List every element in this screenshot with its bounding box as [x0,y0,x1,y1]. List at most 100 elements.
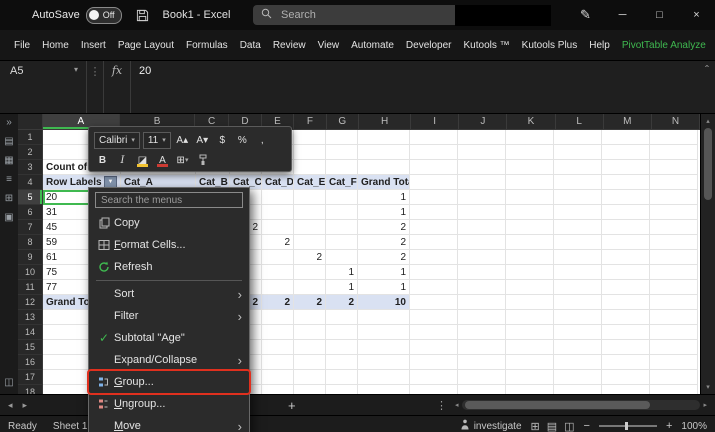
ribbon-tab-page-layout[interactable]: Page Layout [114,30,178,60]
cell-N4[interactable] [650,175,698,190]
cell-J9[interactable] [458,250,506,265]
select-all-corner[interactable] [18,114,43,130]
cell-F4[interactable]: Cat_E [294,175,326,190]
cell-N2[interactable] [650,145,698,160]
cell-I12[interactable] [410,295,458,310]
row-header-9[interactable]: 9 [18,250,43,265]
cell-K17[interactable] [506,370,554,385]
borders-button[interactable]: ⊞▾ [174,152,191,169]
cell-K2[interactable] [506,145,554,160]
minimize-button[interactable]: ─ [604,0,641,30]
cell-I5[interactable] [410,190,458,205]
grow-font-button[interactable]: A▴ [174,132,191,149]
font-name-select[interactable]: Calibri ▾ [94,132,140,149]
cell-J3[interactable] [458,160,506,175]
normal-view-button[interactable]: ⊞ [531,420,540,432]
cell-G12[interactable]: 2 [326,295,358,310]
scroll-up-icon[interactable]: ▴ [706,117,710,125]
cell-J6[interactable] [458,205,506,220]
insert-function-button[interactable]: fx [104,61,131,113]
cell-F13[interactable] [294,310,326,325]
column-header-f[interactable]: F [294,114,326,130]
cell-H15[interactable] [358,340,410,355]
cell-E14[interactable] [262,325,294,340]
cell-I1[interactable] [410,130,458,145]
cell-E9[interactable] [262,250,294,265]
cell-N1[interactable] [650,130,698,145]
cell-N6[interactable] [650,205,698,220]
cell-I15[interactable] [410,340,458,355]
cell-I14[interactable] [410,325,458,340]
cell-L4[interactable] [554,175,602,190]
menu-item-copy[interactable]: Copy [89,212,249,234]
scroll-left-icon[interactable]: ◂ [455,401,459,409]
close-button[interactable]: × [678,0,715,30]
cell-M6[interactable] [602,205,650,220]
shrink-font-button[interactable]: A▾ [194,132,211,149]
cell-J2[interactable] [458,145,506,160]
cell-L16[interactable] [554,355,602,370]
column-header-g[interactable]: G [327,114,359,130]
chart-panel-icon[interactable]: ▣ [4,213,13,223]
cell-K8[interactable] [506,235,554,250]
cell-I10[interactable] [410,265,458,280]
cell-I2[interactable] [410,145,458,160]
cell-G1[interactable] [326,130,358,145]
cell-K18[interactable] [506,385,554,394]
cell-M5[interactable] [602,190,650,205]
row-header-15[interactable]: 15 [18,340,43,355]
cell-H9[interactable]: 2 [358,250,410,265]
cell-J15[interactable] [458,340,506,355]
cell-N8[interactable] [650,235,698,250]
cell-G14[interactable] [326,325,358,340]
maximize-button[interactable]: □ [641,0,678,30]
cell-N17[interactable] [650,370,698,385]
cell-K3[interactable] [506,160,554,175]
cell-J16[interactable] [458,355,506,370]
cell-F6[interactable] [294,205,326,220]
cell-E6[interactable] [262,205,294,220]
cell-I8[interactable] [410,235,458,250]
cell-L11[interactable] [554,280,602,295]
cell-G4[interactable]: Cat_F [326,175,358,190]
ribbon-tab-automate[interactable]: Automate [347,30,398,60]
cell-L2[interactable] [554,145,602,160]
menu-item-move[interactable]: Move› [89,415,249,432]
cell-F7[interactable] [294,220,326,235]
scroll-right-icon[interactable]: ▸ [703,401,707,409]
cell-N12[interactable] [650,295,698,310]
cell-G3[interactable] [326,160,358,175]
cell-H2[interactable] [358,145,410,160]
font-color-button[interactable]: A [154,152,171,169]
row-header-4[interactable]: 4 [18,175,43,190]
cell-N18[interactable] [650,385,698,394]
cell-L1[interactable] [554,130,602,145]
row-header-10[interactable]: 10 [18,265,43,280]
cell-E16[interactable] [262,355,294,370]
cell-E8[interactable]: 2 [262,235,294,250]
cell-G5[interactable] [326,190,358,205]
cell-M13[interactable] [602,310,650,325]
row-header-1[interactable]: 1 [18,130,43,145]
cell-F15[interactable] [294,340,326,355]
ribbon-tab-review[interactable]: Review [269,30,310,60]
collapse-rail-icon[interactable]: » [6,118,12,128]
ribbon-tab-data[interactable]: Data [236,30,265,60]
cell-G2[interactable] [326,145,358,160]
row-header-18[interactable]: 18 [18,385,43,394]
cell-J8[interactable] [458,235,506,250]
cell-H14[interactable] [358,325,410,340]
page-break-view-button[interactable]: ◫ [564,420,574,432]
cell-J13[interactable] [458,310,506,325]
cell-K6[interactable] [506,205,554,220]
cell-M1[interactable] [602,130,650,145]
cell-M15[interactable] [602,340,650,355]
fill-color-button[interactable]: ◪ [134,152,151,169]
cell-K10[interactable] [506,265,554,280]
cell-F14[interactable] [294,325,326,340]
cell-K1[interactable] [506,130,554,145]
name-box-caret-icon[interactable]: ▾ [74,65,78,74]
column-header-i[interactable]: I [411,114,459,130]
cell-G7[interactable] [326,220,358,235]
cell-K15[interactable] [506,340,554,355]
